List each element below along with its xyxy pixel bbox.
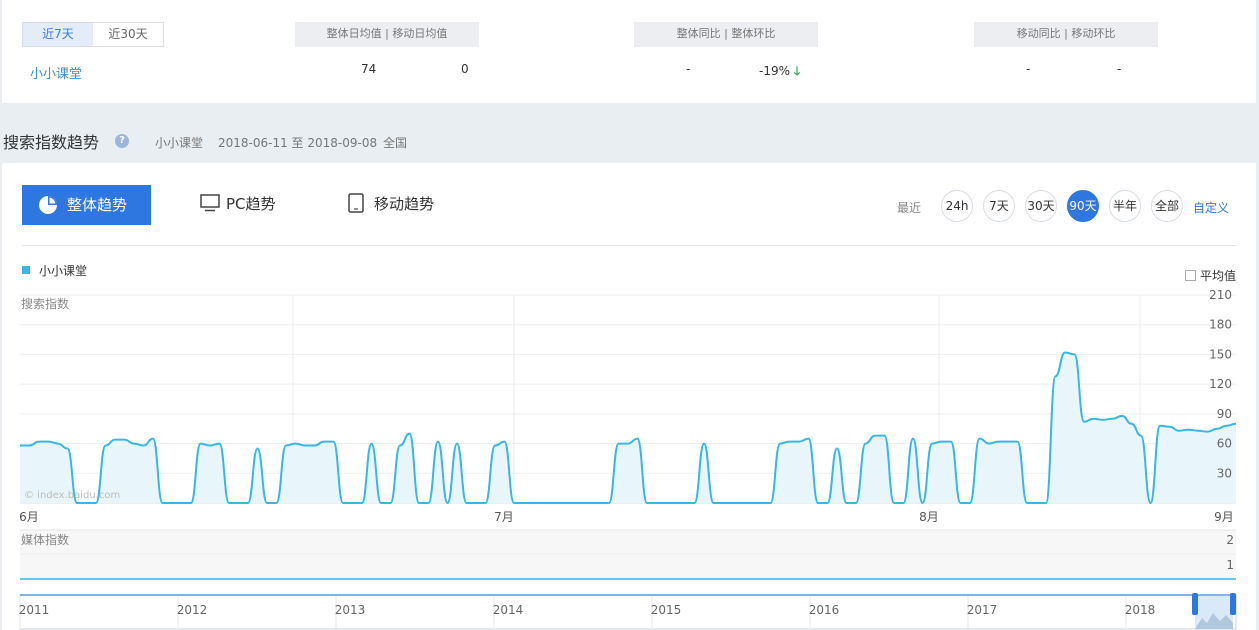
range-all-button[interactable]: 全部: [1151, 190, 1183, 222]
range-half-year-button[interactable]: 半年: [1109, 190, 1141, 222]
overall-daily-value: 74: [361, 62, 377, 76]
trend-panel: 整体趋势 PC趋势 移动趋势 最近 24h 7天 30天 90天 半年 全部 自…: [2, 163, 1256, 630]
navigator-year-label: 2018: [1125, 603, 1156, 617]
tab-overall-trend[interactable]: 整体趋势: [22, 185, 151, 225]
period-30d-tab[interactable]: 近30天: [93, 23, 163, 46]
section-region: 全国: [383, 136, 408, 150]
down-arrow-icon: 🡓: [793, 64, 801, 78]
xtick-label: 8月: [919, 510, 939, 524]
overall-mom-value: -19% 🡓: [759, 62, 800, 83]
media-ytick-2: 2: [1226, 533, 1234, 547]
average-label: 平均值: [1200, 269, 1237, 283]
overall-comparison-header: 整体同比 | 整体环比: [634, 22, 818, 47]
tab-mobile-label: 移动趋势: [374, 195, 435, 213]
media-ytick-1: 1: [1226, 558, 1234, 572]
ytick-label: 210: [1209, 288, 1232, 302]
ytick-label: 90: [1217, 407, 1232, 421]
period-7d-tab[interactable]: 近7天: [23, 23, 93, 46]
mobile-yoy-value: -: [1026, 62, 1031, 76]
help-icon[interactable]: ?: [115, 134, 129, 148]
xtick-label: 6月: [19, 510, 39, 524]
range-90d-button[interactable]: 90天: [1067, 190, 1099, 222]
range-label: 最近: [897, 201, 922, 215]
range-7d-button[interactable]: 7天: [983, 190, 1015, 222]
mobile-mom-value: -: [1117, 62, 1122, 76]
range-navigator[interactable]: [19, 594, 1237, 630]
watermark: © index.baidu.com: [24, 490, 120, 501]
ytick-label: 120: [1209, 377, 1232, 391]
range-30d-button[interactable]: 30天: [1025, 190, 1057, 222]
keyword-link[interactable]: 小小课堂: [30, 63, 82, 82]
tab-pc-label: PC趋势: [226, 195, 276, 213]
divider: [22, 245, 1236, 246]
summary-panel: 近7天 近30天 小小课堂 整体日均值 | 移动日均值 整体同比 | 整体环比 …: [2, 0, 1256, 103]
media-index-bg: [20, 530, 1236, 578]
section-date-range: 2018-06-11 至 2018-09-08: [218, 136, 378, 150]
mobile-daily-value: 0: [461, 62, 469, 76]
monitor-icon: [200, 194, 220, 212]
xtick-label: 7月: [494, 510, 514, 524]
navigator-year-label: 2015: [651, 603, 682, 617]
tab-pc-trend[interactable]: PC趋势: [200, 193, 276, 214]
navigator-mini-series: [1195, 613, 1233, 629]
navigator-year-label: 2013: [335, 603, 366, 617]
ytick-label: 30: [1217, 466, 1232, 480]
navigator-year-label: 2016: [809, 603, 840, 617]
pie-chart-icon: [39, 196, 57, 214]
navigator-year-label: 2011: [19, 603, 50, 617]
ytick-label: 180: [1209, 318, 1232, 332]
tablet-icon: [348, 193, 364, 213]
tab-overall-label: 整体趋势: [67, 196, 128, 214]
navigator-year-label: 2014: [493, 603, 524, 617]
series-line: [20, 351, 1237, 505]
navigator-selection[interactable]: [1195, 596, 1233, 629]
navigator-year-label: 2012: [177, 603, 208, 617]
tab-mobile-trend[interactable]: 移动趋势: [348, 193, 434, 214]
range-custom-link[interactable]: 自定义: [1193, 199, 1229, 216]
overall-mom-text: -19%: [759, 64, 791, 78]
navigator-left-handle[interactable]: [1192, 593, 1198, 615]
navigator-year-label: 2017: [967, 603, 998, 617]
mobile-comparison-header: 移动同比 | 移动环比: [974, 22, 1158, 47]
ytick-label: 150: [1209, 347, 1232, 361]
y-axis-label: 搜索指数: [21, 296, 69, 311]
navigator-right-handle[interactable]: [1230, 593, 1236, 615]
overall-yoy-value: -: [686, 62, 691, 76]
search-index-chart: 30 60 90 120 150 180 210 6月 7月 8月 9月 搜索指数 © index…: [19, 288, 1237, 630]
xtick-label: 9月: [1214, 510, 1234, 524]
legend-series-label[interactable]: 小小课堂: [39, 262, 87, 279]
section-title: 搜索指数趋势: [3, 133, 100, 152]
period-toggle: 近7天 近30天: [22, 22, 164, 47]
average-checkbox[interactable]: [1185, 270, 1196, 281]
daily-average-header: 整体日均值 | 移动日均值: [295, 22, 479, 47]
series-area: [20, 352, 1236, 503]
range-24h-button[interactable]: 24h: [941, 190, 973, 222]
ytick-label: 60: [1217, 437, 1232, 451]
media-index-label: 媒体指数: [21, 532, 69, 547]
section-keyword: 小小课堂: [155, 136, 204, 150]
legend-swatch: [22, 266, 30, 274]
